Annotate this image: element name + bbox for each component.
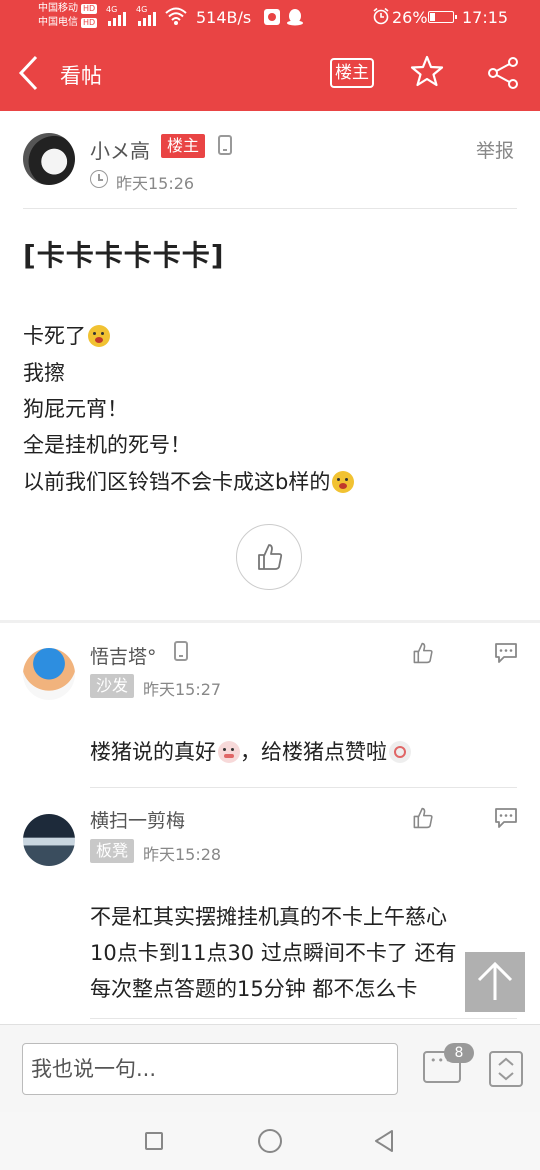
author-avatar[interactable] [23,133,75,185]
hd-badge: HD [81,18,98,28]
system-back-icon[interactable] [372,1128,396,1154]
section-gap [0,620,540,623]
comment-count-badge: 8 [444,1043,474,1063]
favorite-star-icon[interactable] [410,54,444,88]
carrier-1: 中国移动 [38,3,78,14]
chevron-up-down-icon [498,1057,514,1081]
floor-tag: 板凳 [90,839,134,863]
back-arrow-icon[interactable] [16,54,40,92]
post-line: 我擦 [23,361,65,385]
arrow-up-icon [477,961,513,1000]
reply-content-line: 每次整点答题的15分钟 都不怎么卡 [90,977,418,1001]
only-op-button[interactable]: 楼主 [330,58,374,88]
op-tag: 楼主 [161,134,205,158]
emoji-icon [88,325,110,347]
page-title: 看帖 [60,64,102,88]
network-speed: 514B/s [196,8,252,27]
system-nav-bar [0,1112,540,1170]
post-line: 全是挂机的死号！ [23,433,191,457]
battery-fill [430,13,436,21]
top-nav-bar: 看帖 楼主 [0,36,540,111]
reply-input[interactable] [22,1043,398,1095]
reply-time: 昨天15:27 [143,680,222,699]
status-bar: 中国移动 HD 中国电信 HD 4G 4G 514B/s 26% 17:15 [0,0,540,36]
reply-content-line: 不是杠其实摆摊挂机真的不卡上午慈心 [90,905,447,929]
mobile-device-icon [174,641,188,661]
thumbs-up-icon [258,544,283,570]
thumbs-up-icon[interactable] [412,642,434,664]
reply-author-name[interactable]: 横扫一剪梅 [90,806,185,833]
share-icon[interactable] [486,56,520,90]
reply-input-bar: 8 [0,1024,540,1113]
reply-content-line: 10点卡到11点30 过点瞬间不卡了 还有 [90,941,457,965]
status-time: 17:15 [462,8,509,27]
recent-apps-icon[interactable] [145,1132,163,1150]
qq-icon [287,9,303,26]
reply-time: 昨天15:28 [143,845,222,864]
reply-author-name[interactable]: 悟吉塔° [90,642,157,669]
post-author-name[interactable]: 小メ高 [90,135,150,164]
hd-badge: HD [81,4,98,14]
battery-percent: 26% [392,8,428,27]
emoji-icon [332,471,355,493]
divider [90,1018,517,1019]
reply-avatar[interactable] [23,648,75,700]
app-notification-icon [264,9,280,25]
post-like-button[interactable] [236,524,302,590]
page-jump-button[interactable] [489,1051,523,1087]
post-line: 狗屁元宵！ [23,397,128,421]
scroll-to-top-button[interactable] [465,952,525,1012]
wifi-icon [165,7,187,25]
report-button[interactable]: 举报 [476,136,514,163]
comment-icon[interactable] [494,807,518,829]
carrier-info: 中国移动 HD 中国电信 HD [38,2,98,30]
alarm-icon [373,7,389,25]
carrier-2: 中国电信 [38,17,78,28]
signal-icon: 4G [136,5,156,26]
thumbs-up-icon[interactable] [412,807,434,829]
floor-tag: 沙发 [90,674,134,698]
signal-icon: 4G [106,5,126,26]
emoji-icon [389,741,411,763]
divider [90,787,517,788]
home-icon[interactable] [258,1129,282,1153]
battery-icon [428,11,457,23]
post-title: [卡卡卡卡卡卡] [23,239,225,272]
reply-content: 楼猪说的真好 ，给楼猪点赞啦 [90,736,411,766]
clock-icon [90,170,108,188]
divider [23,208,517,209]
post-line: 卡死了 [23,320,110,350]
comment-icon[interactable] [494,642,518,664]
emoji-icon [218,741,240,763]
post-line: 以前我们区铃铛不会卡成这b样的 [23,466,355,496]
post-time: 昨天15:26 [116,174,195,193]
mobile-device-icon [218,135,232,155]
reply-avatar[interactable] [23,814,75,866]
